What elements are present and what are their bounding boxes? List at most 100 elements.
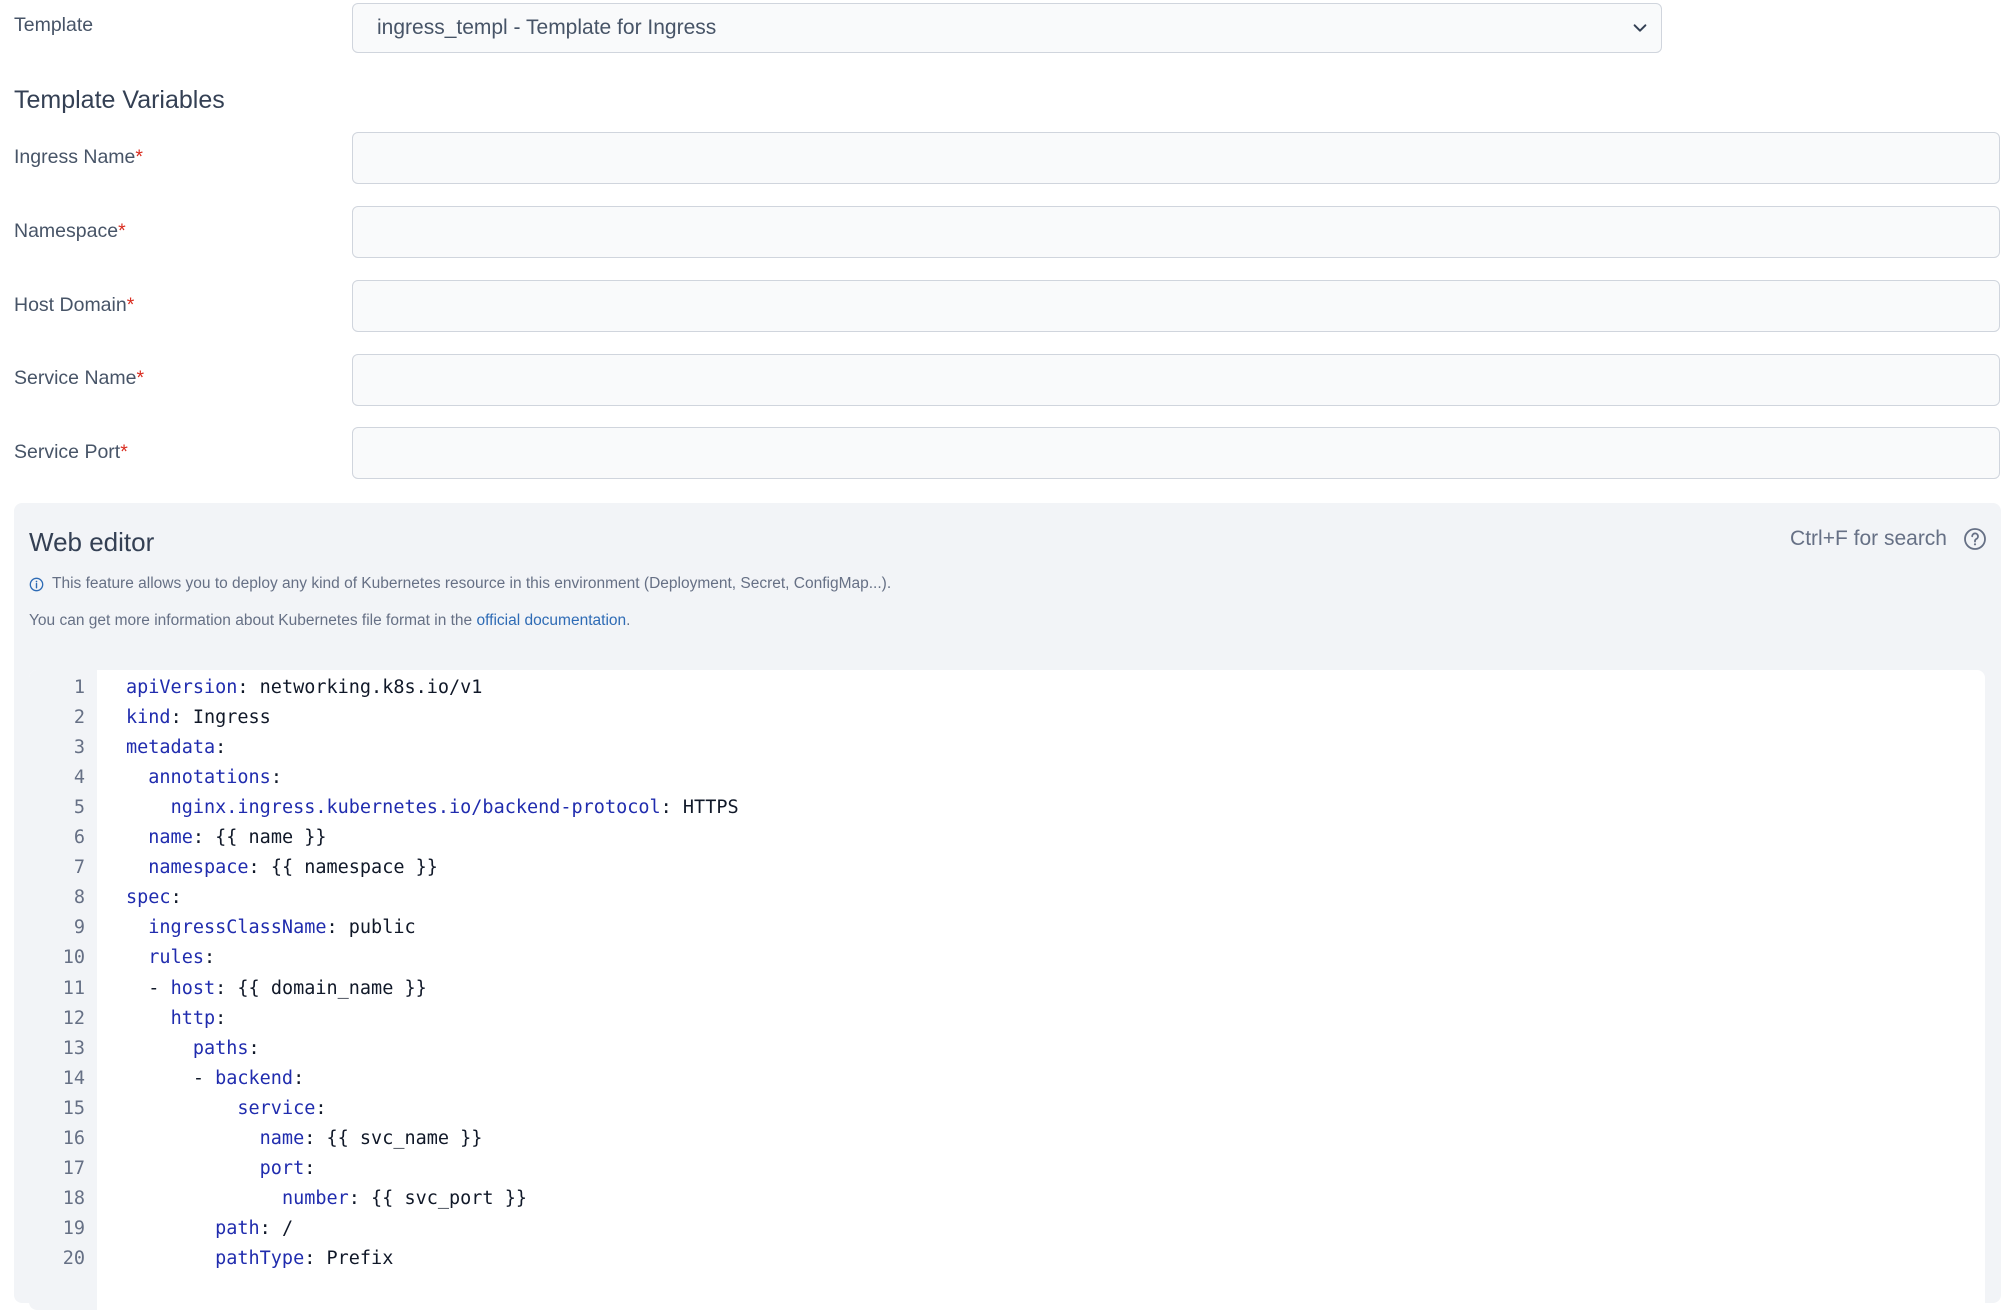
info-icon <box>29 577 44 591</box>
code-line: 20 pathType: Prefix <box>29 1244 1985 1274</box>
yaml-key: http <box>170 1007 216 1029</box>
code-text: http: <box>170 1007 227 1029</box>
code-line: 14 - backend: <box>29 1063 1985 1093</box>
line-number: 18 <box>62 1188 85 1210</box>
line-number: 2 <box>73 706 85 728</box>
line-number: 19 <box>62 1218 85 1240</box>
line-number: 12 <box>62 1007 85 1029</box>
code-line: 2 kind: Ingress <box>29 702 1985 732</box>
ingress-name-label: Ingress Name* <box>14 146 143 168</box>
yaml-key: metadata <box>126 736 216 758</box>
code-text: pathType: Prefix <box>215 1248 394 1270</box>
yaml-key: rules <box>148 947 204 969</box>
search-hint: Ctrl+F for search <box>1790 527 1947 550</box>
line-number: 6 <box>73 827 85 848</box>
yaml-value: {{ svc_port }} <box>371 1188 527 1210</box>
host-domain-label: Host Domain* <box>14 294 135 316</box>
yaml-key: port <box>259 1158 305 1180</box>
yaml-key: backend <box>215 1067 294 1089</box>
code-line: 4 annotations: <box>29 762 1985 792</box>
line-number: 15 <box>62 1097 85 1119</box>
code-line: 1 apiVersion: networking.k8s.io/v1 <box>29 672 1985 702</box>
official-documentation-link[interactable]: official documentation <box>476 612 626 629</box>
yaml-key: pathType <box>215 1248 305 1270</box>
code-line: 19 path: / <box>29 1214 1985 1244</box>
ingress-name-input[interactable] <box>352 132 2000 184</box>
code-text: path: / <box>215 1218 294 1240</box>
code-text: annotations: <box>148 766 282 788</box>
code-text: name: {{ name }} <box>148 827 327 848</box>
web-editor-title: Web editor <box>29 527 155 557</box>
yaml-key: number <box>281 1188 349 1210</box>
code-text: metadata: <box>126 736 227 758</box>
code-text: paths: <box>192 1037 260 1059</box>
line-number: 5 <box>73 796 85 818</box>
line-number: 11 <box>62 977 85 999</box>
code-text: name: {{ svc_name }} <box>259 1128 483 1149</box>
code-text: - host: {{ domain_name }} <box>148 977 427 999</box>
line-number: 14 <box>62 1067 85 1089</box>
code-text: port: <box>259 1158 316 1180</box>
web-editor-panel: Web editor Ctrl+F for search This featur… <box>14 503 2001 1310</box>
yaml-value: Prefix <box>326 1248 394 1270</box>
code-line: 8 spec: <box>29 883 1985 913</box>
line-number: 10 <box>62 947 85 969</box>
yaml-value: {{ domain_name }} <box>237 977 427 999</box>
yaml-key: kind <box>126 706 171 728</box>
code-line: 3 metadata: <box>29 732 1985 762</box>
yaml-value: networking.k8s.io/v1 <box>259 676 483 698</box>
code-text: rules: <box>148 947 216 969</box>
code-text: ingressClassName: public <box>148 917 416 939</box>
namespace-label: Namespace* <box>14 220 126 242</box>
service-name-input[interactable] <box>352 354 2000 406</box>
yaml-key: ingressClassName <box>148 917 327 939</box>
code-text: service: <box>237 1097 327 1119</box>
yaml-value: Ingress <box>192 706 271 728</box>
code-line: 15 service: <box>29 1093 1985 1123</box>
yaml-value: {{ svc_name }} <box>326 1128 483 1149</box>
line-number: 13 <box>62 1037 85 1059</box>
code-line: 11 - host: {{ domain_name }} <box>29 973 1985 1003</box>
yaml-value: public <box>348 917 416 939</box>
code-text: nginx.ingress.kubernetes.io/backend-prot… <box>170 796 739 818</box>
line-number: 1 <box>73 676 85 698</box>
template-variables-title: Template Variables <box>14 86 225 114</box>
yaml-key: nginx.ingress.kubernetes.io/backend-prot… <box>170 796 661 818</box>
template-select-value: ingress_templ - Template for Ingress <box>377 16 717 39</box>
yaml-value: {{ name }} <box>215 827 327 848</box>
service-name-label: Service Name* <box>14 367 145 389</box>
line-number: 17 <box>62 1158 85 1180</box>
code-text: kind: Ingress <box>126 706 271 728</box>
service-port-input[interactable] <box>352 427 2000 479</box>
more-info-line: You can get more information about Kuber… <box>29 612 631 629</box>
code-text: - backend: <box>192 1067 305 1089</box>
yaml-key: name <box>259 1128 305 1149</box>
yaml-key: name <box>148 827 193 848</box>
template-select[interactable]: ingress_templ - Template for Ingress <box>352 3 1662 53</box>
line-number: 7 <box>73 857 85 879</box>
help-icon[interactable] <box>1963 527 1987 551</box>
code-editor[interactable]: 1 apiVersion: networking.k8s.io/v1 2 kind: … <box>29 670 1985 1310</box>
namespace-input[interactable] <box>352 206 2000 258</box>
code-line: 9 ingressClassName: public <box>29 913 1985 943</box>
line-number: 20 <box>62 1248 85 1270</box>
code-line: 13 paths: <box>29 1033 1985 1063</box>
code-line: 5 nginx.ingress.kubernetes.io/backend-pr… <box>29 792 1985 822</box>
code-text: apiVersion: networking.k8s.io/v1 <box>126 676 483 698</box>
yaml-value: HTTPS <box>682 796 739 818</box>
yaml-key: apiVersion <box>126 676 238 698</box>
yaml-key: paths <box>192 1037 249 1059</box>
yaml-value: / <box>281 1218 294 1240</box>
line-number: 8 <box>73 887 85 909</box>
host-domain-input[interactable] <box>352 280 2000 332</box>
line-number: 4 <box>73 766 85 788</box>
yaml-key: host <box>170 977 216 999</box>
line-number: 16 <box>62 1128 85 1149</box>
template-label: Template <box>14 14 94 36</box>
code-line: 18 number: {{ svc_port }} <box>29 1184 1985 1214</box>
code-text: namespace: {{ namespace }} <box>148 857 438 879</box>
code-line: 10 rules: <box>29 943 1985 973</box>
code-line: 6 name: {{ name }} <box>29 823 1985 853</box>
info-line: This feature allows you to deploy any ki… <box>29 575 891 593</box>
code-text: spec: <box>126 887 182 909</box>
